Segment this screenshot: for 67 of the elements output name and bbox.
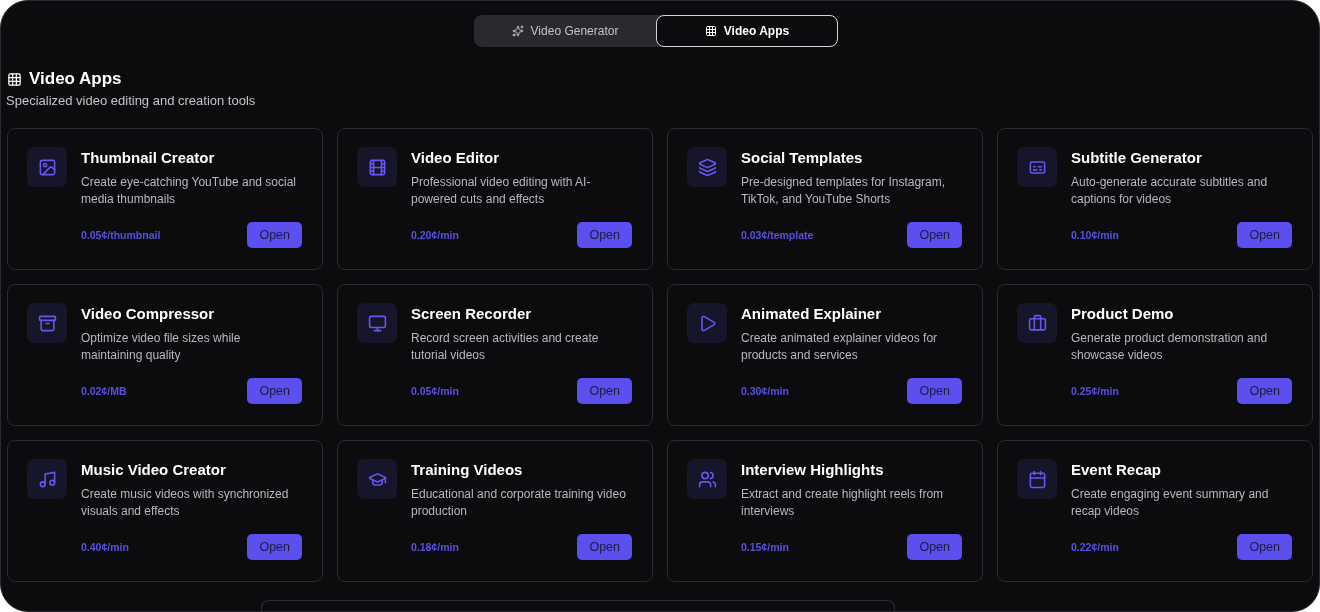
app-price: 0.05¢/min: [411, 385, 459, 397]
app-title: Social Templates: [741, 149, 864, 166]
open-button[interactable]: Open: [1237, 378, 1292, 404]
monitor-icon: [357, 303, 397, 343]
open-button[interactable]: Open: [907, 222, 962, 248]
app-title: Animated Explainer: [741, 305, 883, 322]
open-button[interactable]: Open: [1237, 222, 1292, 248]
section-subtitle: Specialized video editing and creation tools: [6, 93, 257, 108]
archive-icon: [27, 303, 67, 343]
app-description: Record screen activities and create tutorial videos: [411, 330, 600, 364]
open-button[interactable]: Open: [577, 378, 632, 404]
app-price: 0.25¢/min: [1071, 385, 1119, 397]
open-button[interactable]: Open: [247, 534, 302, 560]
open-button[interactable]: Open: [907, 378, 962, 404]
app-title: Video Editor: [411, 149, 501, 166]
app-price: 0.40¢/min: [81, 541, 129, 553]
open-button[interactable]: Open: [577, 222, 632, 248]
film-icon: [357, 147, 397, 187]
tab[interactable]: Video Generator: [474, 15, 656, 47]
app-description: Professional video editing with AI-powered cuts and effects: [411, 174, 592, 208]
users-icon: [687, 459, 727, 499]
app-description: Create engaging event summary and recap videos: [1071, 486, 1270, 520]
play-icon: [687, 303, 727, 343]
app-price: 0.20¢/min: [411, 229, 459, 241]
app-description: Extract and create highlight reels from interviews: [741, 486, 945, 520]
graduation-cap-icon: [357, 459, 397, 499]
open-button[interactable]: Open: [1237, 534, 1292, 560]
app-price: 0.22¢/min: [1071, 541, 1119, 553]
app-description: Create eye-catching YouTube and social media thumbnails: [81, 174, 298, 208]
app-title: Interview Highlights: [741, 461, 885, 478]
app-title: Video Compressor: [81, 305, 216, 322]
app-title: Screen Recorder: [411, 305, 533, 322]
app-description: Create animated explainer videos for products and services: [741, 330, 939, 364]
app-price: 0.15¢/min: [741, 541, 789, 553]
app-price: 0.02¢/MB: [81, 385, 127, 397]
app-title: Product Demo: [1071, 305, 1175, 322]
grid-icon: [7, 71, 22, 87]
app-price: 0.10¢/min: [1071, 229, 1119, 241]
app-title: Training Videos: [411, 461, 524, 478]
app-description: Pre-designed templates for Instagram, TikTok, and YouTube Shorts: [741, 174, 947, 208]
calendar-icon: [1017, 459, 1057, 499]
app-price: 0.05¢/thumbnail: [81, 229, 161, 241]
app-description: Educational and corporate training video production: [411, 486, 627, 520]
open-button[interactable]: Open: [247, 222, 302, 248]
app-title: Subtitle Generator: [1071, 149, 1203, 166]
captions-icon: [1017, 147, 1057, 187]
image-icon: [27, 147, 67, 187]
app-price: 0.30¢/min: [741, 385, 789, 397]
open-button[interactable]: Open: [247, 378, 302, 404]
sparkles-icon: [511, 25, 524, 37]
app-title: Thumbnail Creator: [81, 149, 216, 166]
music-icon: [27, 459, 67, 499]
app-description: Create music videos with synchronized visuals and effects: [81, 486, 290, 520]
app-description: Generate product demonstration and showcase videos: [1071, 330, 1269, 364]
app-title: Music Video Creator: [81, 461, 227, 478]
app-title: Event Recap: [1071, 461, 1163, 478]
open-button[interactable]: Open: [577, 534, 632, 560]
app-description: Auto-generate accurate subtitles and captions for videos: [1071, 174, 1269, 208]
app-price: 0.03¢/template: [741, 229, 814, 241]
open-button[interactable]: Open: [907, 534, 962, 560]
app-description: Optimize video file sizes while maintaining quality: [81, 330, 242, 364]
layers-icon: [687, 147, 727, 187]
briefcase-icon: [1017, 303, 1057, 343]
tab[interactable]: Video Apps: [656, 15, 838, 47]
section-title: Video Apps: [29, 69, 122, 89]
grid-icon: [704, 25, 717, 37]
app-price: 0.18¢/min: [411, 541, 459, 553]
